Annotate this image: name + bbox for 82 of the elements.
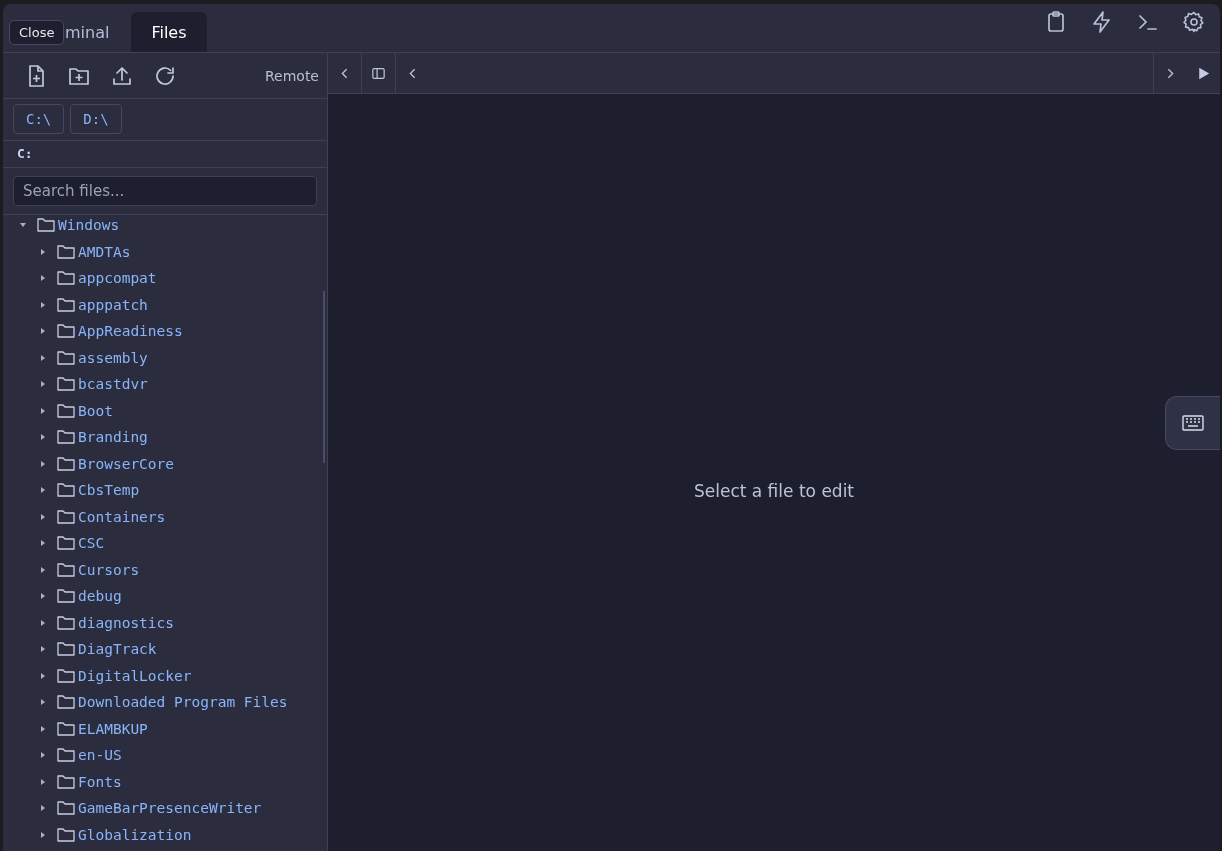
folder-icon [57, 270, 75, 287]
folder-name[interactable]: Windows [58, 217, 120, 234]
caret-right-icon[interactable] [39, 671, 47, 680]
folder-name[interactable]: ELAMBKUP [78, 720, 148, 737]
caret-right-icon[interactable] [39, 751, 47, 760]
folder-name[interactable]: BrowserCore [78, 455, 175, 472]
folder-icon [57, 561, 75, 578]
scrollbar[interactable] [323, 291, 325, 463]
folder-icon [57, 747, 75, 764]
folder-name[interactable]: Boot [78, 402, 113, 419]
folder-name[interactable]: Globalization [78, 826, 192, 843]
folder-icon [57, 614, 75, 631]
folder-icon [57, 667, 75, 684]
caret-right-icon[interactable] [39, 486, 47, 495]
caret-right-icon[interactable] [39, 724, 47, 733]
remote-label[interactable]: Remote [264, 67, 319, 84]
drive-button[interactable]: C:\ [13, 104, 65, 135]
folder-icon [57, 826, 75, 843]
folder-name[interactable]: AppReadiness [78, 323, 183, 340]
folder-name[interactable]: Downloaded Program Files [78, 694, 288, 711]
caret-right-icon[interactable] [39, 618, 47, 627]
folder-icon [57, 773, 75, 790]
folder-name[interactable]: assembly [78, 349, 148, 366]
folder-icon [57, 508, 75, 525]
caret-right-icon[interactable] [39, 565, 47, 574]
folder-name[interactable]: CbsTemp [78, 482, 140, 499]
folder-name[interactable]: Cursors [78, 561, 140, 578]
folder-name[interactable]: appcompat [78, 270, 157, 287]
folder-icon [37, 217, 55, 234]
caret-right-icon[interactable] [39, 380, 47, 389]
folder-icon [57, 349, 75, 366]
current-path: C: [3, 140, 327, 168]
folder-name[interactable]: diagnostics [78, 614, 175, 631]
folder-name[interactable]: Fonts [78, 773, 122, 790]
folder-icon [57, 641, 75, 658]
folder-icon [57, 323, 75, 340]
folder-name[interactable]: debug [78, 588, 122, 605]
folder-name[interactable]: DiagTrack [78, 641, 157, 658]
drive-button[interactable]: D:\ [70, 104, 122, 135]
folder-icon [57, 720, 75, 737]
folder-icon [57, 800, 75, 817]
tab[interactable]: Files [131, 12, 207, 52]
caret-right-icon[interactable] [39, 406, 47, 415]
folder-name[interactable]: en-US [78, 747, 122, 764]
folder-icon [57, 588, 75, 605]
folder-name[interactable]: CSC [78, 535, 105, 552]
folder-icon [57, 482, 75, 499]
caret-right-icon[interactable] [39, 592, 47, 601]
folder-icon [57, 429, 75, 446]
folder-name[interactable]: Branding [78, 429, 148, 446]
folder-icon [57, 296, 75, 313]
caret-right-icon[interactable] [39, 327, 47, 336]
caret-right-icon[interactable] [39, 645, 47, 654]
caret-right-icon[interactable] [39, 459, 47, 468]
caret-right-icon[interactable] [39, 433, 47, 442]
empty-message: Select a file to edit [693, 480, 855, 501]
caret-right-icon[interactable] [39, 777, 47, 786]
folder-icon [57, 455, 75, 472]
folder-name[interactable]: Containers [78, 508, 166, 525]
tooltip: Close [9, 20, 65, 45]
folder-name[interactable]: AMDTAs [78, 243, 131, 260]
caret-right-icon[interactable] [39, 300, 47, 309]
keyboard-button[interactable] [1165, 396, 1220, 450]
search-field[interactable]: Search files... [13, 176, 317, 206]
caret-right-icon[interactable] [39, 353, 47, 362]
folder-name[interactable]: GameBarPresenceWriter [78, 800, 262, 817]
folder-icon [57, 243, 75, 260]
caret-right-icon[interactable] [39, 830, 47, 839]
folder-name[interactable]: bcastdvr [78, 376, 148, 393]
settings-icon[interactable] [1182, 10, 1206, 34]
folder-icon [57, 694, 75, 711]
folder-name[interactable]: DigitalLocker [78, 667, 192, 684]
caret-right-icon[interactable] [39, 274, 47, 283]
folder-icon [57, 376, 75, 393]
folder-name[interactable]: apppatch [78, 296, 148, 313]
folder-icon [57, 535, 75, 552]
caret-right-icon[interactable] [39, 247, 47, 256]
caret-right-icon[interactable] [39, 698, 47, 707]
folder-icon [57, 402, 75, 419]
caret-right-icon[interactable] [39, 804, 47, 813]
caret-right-icon[interactable] [39, 539, 47, 548]
caret-right-icon[interactable] [39, 512, 47, 521]
